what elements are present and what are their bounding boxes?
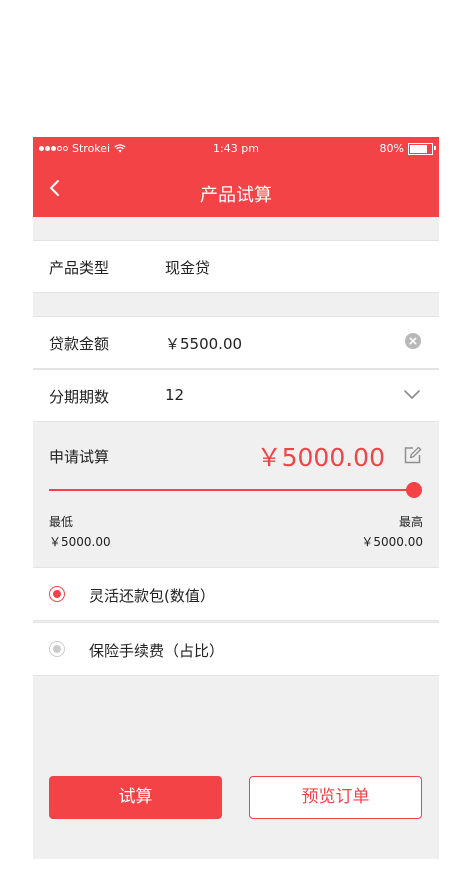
status-bar: Strokei 1:43 pm 80% xyxy=(33,137,439,161)
chevron-down-icon xyxy=(404,390,420,399)
option-insurance-fee[interactable]: 保险手续费（占比） xyxy=(33,622,439,676)
installments-row[interactable]: 分期期数 12 xyxy=(33,369,439,422)
edit-icon xyxy=(404,446,422,464)
loan-amount-input[interactable]: ￥5500.00 xyxy=(165,333,242,354)
loan-amount-row[interactable]: 贷款金额 ￥5500.00 xyxy=(33,316,439,369)
battery-indicator: 80% xyxy=(379,142,436,155)
installments-label: 分期期数 xyxy=(49,388,110,406)
installments-dropdown[interactable] xyxy=(403,386,421,406)
radio-unselected[interactable] xyxy=(49,641,65,657)
nav-bar: 产品试算 xyxy=(33,161,439,217)
battery-icon xyxy=(408,142,436,155)
min-value: ￥5000.00 xyxy=(49,535,111,549)
product-type-row: 产品类型 现金贷 xyxy=(33,240,439,293)
edit-button[interactable] xyxy=(403,445,423,469)
amount-slider-handle[interactable] xyxy=(406,482,422,498)
calculation-label: 申请试算 xyxy=(49,448,110,466)
max-value: ￥5000.00 xyxy=(361,535,423,549)
option-label: 灵活还款包(数值） xyxy=(89,587,215,605)
app-header: Strokei 1:43 pm 80% 产品试算 xyxy=(33,137,439,217)
option-label: 保险手续费（占比） xyxy=(89,642,225,660)
max-label: 最高 xyxy=(398,515,423,529)
radio-selected[interactable] xyxy=(49,586,65,602)
calculate-button[interactable]: 试算 xyxy=(49,776,222,819)
preview-order-button[interactable]: 预览订单 xyxy=(249,776,422,819)
min-label: 最低 xyxy=(49,515,74,529)
page-title: 产品试算 xyxy=(200,185,272,206)
installments-value: 12 xyxy=(165,386,185,404)
clear-button[interactable] xyxy=(405,333,421,353)
phone-screen: Strokei 1:43 pm 80% 产品试算 产品类型 现金贷 贷款金额 ￥… xyxy=(33,137,439,859)
clear-icon xyxy=(405,333,421,349)
calculation-panel: 申请试算 ￥5000.00 最低 ￥5000.00 最高 ￥5000.00 xyxy=(33,425,439,567)
product-type-label: 产品类型 xyxy=(49,259,110,277)
status-time: 1:43 pm xyxy=(213,142,259,155)
amount-slider-track[interactable] xyxy=(49,489,413,491)
loan-amount-label: 贷款金额 xyxy=(49,335,110,353)
option-flexible-repayment[interactable]: 灵活还款包(数值） xyxy=(33,567,439,621)
calculation-amount: ￥5000.00 xyxy=(256,443,385,472)
battery-percent: 80% xyxy=(379,142,404,155)
product-type-value: 现金贷 xyxy=(165,259,211,277)
